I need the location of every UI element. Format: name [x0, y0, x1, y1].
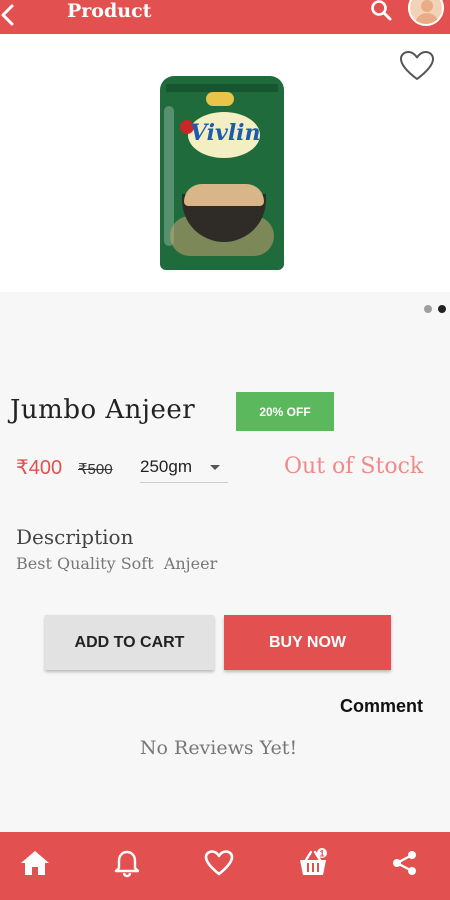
page-title: Product	[67, 0, 152, 22]
dropdown-arrow-icon	[210, 465, 220, 470]
favorite-heart-icon[interactable]	[399, 50, 435, 82]
no-reviews-text: No Reviews Yet!	[139, 737, 298, 759]
bell-icon[interactable]	[111, 848, 143, 878]
search-icon[interactable]	[369, 0, 393, 22]
carousel-dot-active[interactable]	[438, 305, 446, 313]
price: ₹400	[16, 457, 63, 479]
product-name: Jumbo Anjeer	[10, 395, 196, 425]
cart-badge-count: 1	[319, 849, 324, 859]
cart-icon[interactable]: 1	[297, 848, 329, 878]
variant-value: 250gm	[140, 457, 192, 476]
description-heading: Description	[16, 525, 134, 549]
variant-dropdown[interactable]: 250gm	[140, 455, 228, 483]
back-arrow-icon[interactable]	[0, 2, 20, 30]
discount-badge: 20% OFF	[236, 392, 334, 431]
comment-link[interactable]: Comment	[340, 696, 423, 717]
description-text: Best Quality Soft Anjeer	[16, 554, 218, 573]
avatar[interactable]	[408, 0, 444, 26]
stock-status: Out of Stock	[284, 454, 424, 479]
product-image[interactable]: Vivlin	[160, 76, 284, 270]
share-icon[interactable]	[389, 848, 421, 878]
carousel-dot[interactable]	[424, 305, 432, 313]
buy-now-button[interactable]: BUY NOW	[224, 615, 391, 670]
top-app-bar: Product	[0, 0, 450, 34]
heart-icon[interactable]	[203, 848, 235, 878]
original-price: ₹500	[78, 461, 113, 478]
brand-logo: Vivlin	[190, 120, 261, 146]
bottom-nav-bar: 1	[0, 832, 450, 900]
home-icon[interactable]	[19, 848, 51, 878]
add-to-cart-button[interactable]: ADD TO CART	[45, 615, 214, 670]
